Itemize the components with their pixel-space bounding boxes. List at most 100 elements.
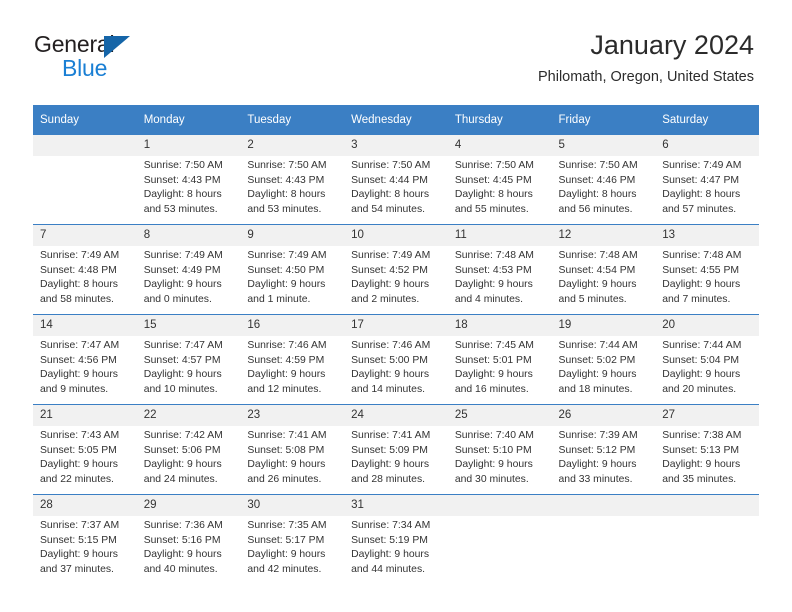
day-number: 1 (136, 135, 241, 156)
sunrise-text: Sunrise: 7:36 AM (143, 520, 223, 531)
sunset-text: Sunset: 4:48 PM (40, 264, 117, 276)
sunrise-text: Sunrise: 7:50 AM (351, 160, 431, 171)
calendar-day-cell[interactable]: 5 Sunrise: 7:50 AM Sunset: 4:46 PM Daylight… (551, 134, 656, 225)
daylight-text-line2: and 57 minutes. (662, 203, 737, 215)
calendar-day-cell[interactable]: 11 Sunrise: 7:48 AM Sunset: 4:53 PM Dayligh… (447, 224, 552, 315)
calendar-day-cell[interactable]: 15 Sunrise: 7:47 AM Sunset: 4:57 PM Dayligh… (136, 314, 241, 405)
calendar-cell-empty (447, 494, 552, 584)
calendar-day-cell[interactable]: 13 Sunrise: 7:48 AM Sunset: 4:55 PM Dayligh… (655, 224, 759, 315)
sunrise-text: Sunrise: 7:34 AM (351, 520, 431, 531)
calendar-day-cell[interactable]: 12 Sunrise: 7:48 AM Sunset: 4:54 PM Dayligh… (551, 224, 656, 315)
calendar-day-cell[interactable]: 22 Sunrise: 7:42 AM Sunset: 5:06 PM Dayligh… (136, 404, 241, 495)
sunset-text: Sunset: 4:49 PM (143, 264, 221, 276)
day-number: 9 (240, 225, 345, 246)
calendar-day-cell[interactable]: 1 Sunrise: 7:50 AM Sunset: 4:43 PM Daylight… (136, 134, 241, 225)
sunset-text: Sunset: 4:43 PM (247, 174, 325, 186)
daylight-text-line2: and 44 minutes. (351, 563, 426, 575)
calendar-week-row: 1 Sunrise: 7:50 AM Sunset: 4:43 PM Daylight… (33, 134, 759, 225)
day-number: 15 (136, 315, 241, 336)
calendar-day-cell[interactable]: 25 Sunrise: 7:40 AM Sunset: 5:10 PM Dayligh… (447, 404, 552, 495)
daylight-text-line2: and 35 minutes. (662, 473, 737, 485)
day-number: 28 (33, 495, 137, 516)
calendar-day-cell[interactable]: 26 Sunrise: 7:39 AM Sunset: 5:12 PM Dayligh… (551, 404, 656, 495)
sunrise-text: Sunrise: 7:48 AM (662, 250, 742, 261)
calendar-day-cell[interactable]: 14 Sunrise: 7:47 AM Sunset: 4:56 PM Dayligh… (33, 314, 137, 405)
daylight-text-line1: Daylight: 9 hours (247, 369, 326, 381)
calendar-day-cell[interactable]: 19 Sunrise: 7:44 AM Sunset: 5:02 PM Dayligh… (551, 314, 656, 405)
daylight-text-line1: Daylight: 8 hours (351, 189, 430, 201)
sunset-text: Sunset: 5:04 PM (662, 354, 740, 366)
sunset-text: Sunset: 5:08 PM (247, 444, 325, 456)
sunrise-text: Sunrise: 7:50 AM (454, 160, 534, 171)
logo-triangle-icon (104, 36, 130, 58)
sunrise-text: Sunrise: 7:39 AM (558, 430, 638, 441)
day-number: 22 (136, 405, 241, 426)
general-blue-logo[interactable]: General Blue (34, 31, 214, 83)
daylight-text-line1: Daylight: 9 hours (40, 369, 118, 381)
sunrise-text: Sunrise: 7:46 AM (247, 340, 327, 351)
sunset-text: Sunset: 5:01 PM (454, 354, 532, 366)
calendar-day-cell[interactable]: 16 Sunrise: 7:46 AM Sunset: 4:59 PM Dayligh… (240, 314, 345, 405)
sunset-text: Sunset: 5:06 PM (143, 444, 221, 456)
calendar-day-cell[interactable]: 2 Sunrise: 7:50 AM Sunset: 4:43 PM Daylight… (240, 134, 345, 225)
weekday-header-tuesday: Tuesday (240, 105, 345, 135)
weekday-header-wednesday: Wednesday (344, 105, 448, 135)
daylight-text-line1: Daylight: 9 hours (143, 549, 222, 561)
calendar-day-cell[interactable]: 28 Sunrise: 7:37 AM Sunset: 5:15 PM Dayligh… (33, 494, 137, 584)
sunset-text: Sunset: 5:19 PM (351, 534, 428, 546)
title-block: January 2024 Philomath, Oregon, United S… (538, 28, 754, 88)
daylight-text-line1: Daylight: 9 hours (247, 459, 326, 471)
daylight-text-line1: Daylight: 9 hours (143, 279, 222, 291)
calendar-day-cell[interactable]: 20 Sunrise: 7:44 AM Sunset: 5:04 PM Dayligh… (655, 314, 759, 405)
sunrise-text: Sunrise: 7:50 AM (247, 160, 327, 171)
day-sun-info: Sunrise: 7:38 AM Sunset: 5:13 PM Daylight:… (655, 426, 759, 487)
daylight-text-line1: Daylight: 9 hours (40, 459, 118, 471)
calendar-day-cell[interactable]: 17 Sunrise: 7:46 AM Sunset: 5:00 PM Dayligh… (344, 314, 448, 405)
daylight-text-line2: and 20 minutes. (662, 383, 737, 395)
page-subtitle: Philomath, Oregon, United States (537, 69, 754, 85)
day-number: 25 (447, 405, 552, 426)
calendar-day-cell[interactable]: 31 Sunrise: 7:34 AM Sunset: 5:19 PM Dayligh… (344, 494, 448, 584)
calendar-day-cell[interactable]: 7 Sunrise: 7:49 AM Sunset: 4:48 PM Daylight… (33, 224, 137, 315)
daylight-text-line2: and 1 minute. (247, 293, 311, 305)
sunset-text: Sunset: 4:57 PM (143, 354, 221, 366)
calendar-day-cell[interactable]: 23 Sunrise: 7:41 AM Sunset: 5:08 PM Dayligh… (240, 404, 345, 495)
day-number (551, 495, 656, 516)
sunset-text: Sunset: 4:55 PM (662, 264, 740, 276)
calendar-day-cell[interactable]: 18 Sunrise: 7:45 AM Sunset: 5:01 PM Dayligh… (447, 314, 552, 405)
day-number (447, 495, 552, 516)
calendar-day-cell[interactable]: 29 Sunrise: 7:36 AM Sunset: 5:16 PM Dayligh… (136, 494, 241, 584)
daylight-text-line2: and 10 minutes. (143, 383, 218, 395)
day-number: 31 (344, 495, 448, 516)
sunset-text: Sunset: 5:15 PM (40, 534, 117, 546)
daylight-text-line1: Daylight: 9 hours (247, 549, 326, 561)
day-sun-info: Sunrise: 7:49 AM Sunset: 4:49 PM Daylight:… (137, 246, 241, 307)
calendar-day-cell[interactable]: 6 Sunrise: 7:49 AM Sunset: 4:47 PM Daylight… (655, 134, 759, 225)
sunset-text: Sunset: 5:09 PM (351, 444, 428, 456)
day-sun-info: Sunrise: 7:35 AM Sunset: 5:17 PM Daylight:… (240, 516, 344, 577)
sunrise-text: Sunrise: 7:48 AM (454, 250, 534, 261)
day-sun-info: Sunrise: 7:49 AM Sunset: 4:48 PM Daylight:… (33, 246, 137, 307)
calendar-day-cell[interactable]: 3 Sunrise: 7:50 AM Sunset: 4:44 PM Daylight… (344, 134, 448, 225)
day-sun-info: Sunrise: 7:50 AM Sunset: 4:43 PM Daylight:… (137, 156, 241, 217)
daylight-text-line2: and 28 minutes. (351, 473, 426, 485)
daylight-text-line1: Daylight: 9 hours (247, 279, 326, 291)
sunset-text: Sunset: 5:16 PM (143, 534, 221, 546)
daylight-text-line2: and 26 minutes. (247, 473, 322, 485)
calendar-day-cell[interactable]: 10 Sunrise: 7:49 AM Sunset: 4:52 PM Dayligh… (344, 224, 448, 315)
day-sun-info: Sunrise: 7:39 AM Sunset: 5:12 PM Daylight:… (552, 426, 656, 487)
daylight-text-line1: Daylight: 9 hours (558, 459, 637, 471)
day-sun-info: Sunrise: 7:34 AM Sunset: 5:19 PM Daylight:… (344, 516, 448, 577)
sunrise-text: Sunrise: 7:41 AM (247, 430, 327, 441)
calendar-day-cell[interactable]: 9 Sunrise: 7:49 AM Sunset: 4:50 PM Daylight… (240, 224, 345, 315)
sunrise-text: Sunrise: 7:48 AM (558, 250, 638, 261)
calendar-day-cell[interactable]: 30 Sunrise: 7:35 AM Sunset: 5:17 PM Dayligh… (240, 494, 345, 584)
calendar-day-cell[interactable]: 24 Sunrise: 7:41 AM Sunset: 5:09 PM Dayligh… (344, 404, 448, 495)
calendar-day-cell[interactable]: 27 Sunrise: 7:38 AM Sunset: 5:13 PM Dayligh… (655, 404, 759, 495)
calendar-day-cell[interactable]: 21 Sunrise: 7:43 AM Sunset: 5:05 PM Dayligh… (33, 404, 137, 495)
calendar-cell-empty (551, 494, 656, 584)
daylight-text-line2: and 9 minutes. (40, 383, 109, 395)
calendar-day-cell[interactable]: 8 Sunrise: 7:49 AM Sunset: 4:49 PM Daylight… (136, 224, 241, 315)
calendar-day-cell[interactable]: 4 Sunrise: 7:50 AM Sunset: 4:45 PM Daylight… (447, 134, 552, 225)
day-number: 23 (240, 405, 345, 426)
